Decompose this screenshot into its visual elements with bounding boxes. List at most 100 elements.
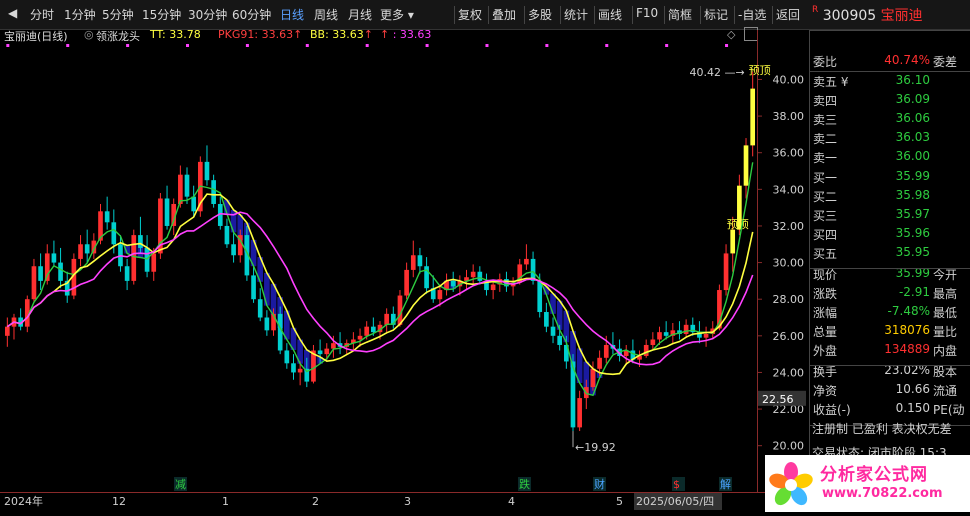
- candle-body: [297, 368, 303, 373]
- period-tab-0[interactable]: 分时: [30, 6, 54, 23]
- candle-body: [524, 258, 529, 265]
- quote-row[interactable]: 换手 23.02% 股本: [809, 361, 970, 380]
- toolbar-separator: [488, 6, 489, 24]
- quote-label: 买五: [813, 247, 838, 261]
- quote-row[interactable]: 买三 35.97: [809, 205, 970, 224]
- quote-row[interactable]: 卖五 ¥ 36.10: [809, 71, 970, 90]
- watermark-text: 分析家公式网: [820, 465, 928, 485]
- tool-button-2[interactable]: 多股: [528, 6, 552, 23]
- low-annotation: ←19.92: [575, 441, 616, 454]
- quote-row[interactable]: 买一 35.99: [809, 167, 970, 186]
- quote-row[interactable]: 买五 35.95: [809, 243, 970, 262]
- quote-row[interactable]: 外盘 134889 内盘: [809, 340, 970, 359]
- period-tab-6[interactable]: 日线: [280, 6, 304, 23]
- candle-body: [138, 235, 143, 248]
- top-marker: [365, 44, 369, 47]
- top-marker: [425, 44, 429, 47]
- quote-value: 35.96: [895, 226, 930, 240]
- candle-body: [151, 253, 157, 272]
- x-axis-label: 2025/06/05/四: [636, 495, 714, 508]
- kline-chart[interactable]: 20.0022.0024.0026.0028.0030.0032.0034.00…: [0, 30, 808, 512]
- quote-row[interactable]: 涨幅 -7.48% 最低: [809, 302, 970, 321]
- candle-body: [291, 363, 296, 373]
- candle-body: [477, 271, 483, 281]
- tool-button-6[interactable]: 简框: [668, 6, 692, 23]
- quote-row[interactable]: 买二 35.98: [809, 186, 970, 205]
- candle-body: [750, 88, 756, 146]
- candle-body: [257, 299, 263, 318]
- candle-body: [450, 280, 456, 287]
- period-tab-7[interactable]: 周线: [314, 6, 338, 23]
- quote-row[interactable]: 现价 35.99 今开: [809, 264, 970, 283]
- tool-button-0[interactable]: 复权: [458, 6, 482, 23]
- quote-row[interactable]: 卖四 36.09: [809, 90, 970, 109]
- candle-body: [650, 339, 656, 345]
- tool-button-1[interactable]: 叠加: [492, 6, 516, 23]
- period-tab-3[interactable]: 15分钟: [142, 6, 181, 23]
- candle-body: [404, 269, 409, 296]
- quote-label: 涨幅: [813, 306, 838, 320]
- candle-body: [58, 262, 63, 281]
- quote-value: 0.150: [895, 401, 930, 415]
- quote-row[interactable]: 卖二 36.03: [809, 128, 970, 147]
- quote-row[interactable]: 卖三 36.06: [809, 109, 970, 128]
- watermark-url: www.70822.com: [822, 486, 943, 501]
- candle-body: [410, 255, 416, 270]
- candle-body: [663, 332, 669, 336]
- candle-body: [264, 317, 270, 331]
- candle-body: [131, 235, 137, 281]
- price-tag: 22.56: [762, 393, 794, 406]
- candle-body: [364, 326, 370, 336]
- period-tab-2[interactable]: 5分钟: [102, 6, 134, 23]
- event-marker: $: [673, 478, 680, 491]
- quote-label: 总量: [813, 325, 838, 339]
- period-tab-1[interactable]: 1分钟: [64, 6, 96, 23]
- quote-row[interactable]: 总量 318076 量比: [809, 321, 970, 340]
- tool-button-7[interactable]: 标记: [704, 6, 728, 23]
- candle-body: [530, 258, 536, 281]
- top-toolbar: 分时 1分钟 5分钟 15分钟 30分钟 60分钟 日线 周线 月线 更多 ▾ ◀ 复权 叠加 多股 统计…: [0, 0, 970, 30]
- candle-body: [683, 324, 689, 334]
- x-axis-label: 5: [616, 495, 623, 508]
- candle-body: [224, 225, 230, 245]
- quote-row[interactable]: 收益(-) 0.150 PE(动: [809, 399, 970, 418]
- quote-label: 卖三: [813, 113, 838, 127]
- period-tab-9[interactable]: 更多 ▾: [380, 6, 414, 23]
- period-tab-8[interactable]: 月线: [348, 6, 372, 23]
- stock-name[interactable]: 宝丽迪: [881, 8, 923, 24]
- x-axis-label: 12: [112, 495, 126, 508]
- toolbar-separator: [560, 6, 561, 24]
- quote-row[interactable]: 涨跌 -2.91 最高: [809, 283, 970, 302]
- candle-body: [251, 275, 256, 300]
- y-tick-label: 32.00: [773, 220, 805, 233]
- candle-body: [38, 266, 43, 281]
- quote-row[interactable]: 卖一 36.00: [809, 147, 970, 166]
- tool-button-5[interactable]: F10: [636, 6, 658, 20]
- candle-body: [730, 229, 736, 254]
- tool-button-9[interactable]: 返回: [776, 6, 800, 23]
- quote-row[interactable]: 净资 10.66 流通: [809, 380, 970, 399]
- event-marker: 解: [720, 477, 731, 491]
- collapse-left-icon[interactable]: ◀: [8, 6, 17, 20]
- y-tick-label: 28.00: [773, 293, 805, 306]
- period-tab-5[interactable]: 60分钟: [232, 6, 271, 23]
- candle-body: [124, 266, 130, 281]
- quote-right-label: 内盘: [933, 344, 958, 358]
- tool-button-3[interactable]: 统计: [564, 6, 588, 23]
- y-tick-label: 30.00: [773, 257, 805, 270]
- tool-button-8[interactable]: -自选: [738, 6, 766, 23]
- quote-label: 卖四: [813, 94, 838, 108]
- quote-row[interactable]: 委比 40.74% 委差: [809, 51, 970, 70]
- quote-right-label: 流通: [933, 384, 958, 398]
- event-marker: 财: [594, 477, 605, 491]
- event-marker: 减: [175, 478, 186, 491]
- quote-divider: [809, 365, 970, 366]
- period-tab-4[interactable]: 30分钟: [188, 6, 227, 23]
- tool-button-4[interactable]: 画线: [598, 6, 622, 23]
- quote-row[interactable]: 买四 35.96: [809, 224, 970, 243]
- mid-peak-label: 预顶: [727, 218, 749, 231]
- quote-label: 涨跌: [813, 287, 838, 301]
- top-marker: [485, 44, 489, 47]
- candle-body: [144, 247, 150, 272]
- y-tick-label: 20.00: [773, 440, 805, 453]
